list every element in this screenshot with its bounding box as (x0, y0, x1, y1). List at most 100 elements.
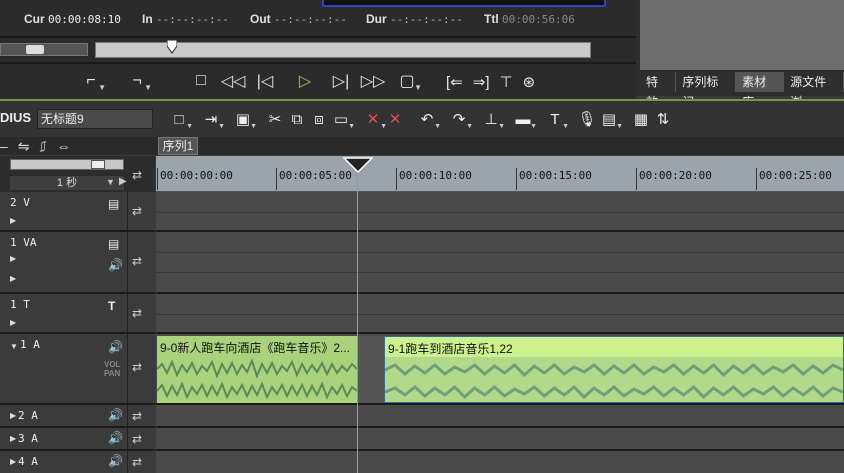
grid-icon[interactable]: ▦ (630, 105, 652, 133)
zoom-dropdown-icon[interactable]: ▼ (106, 177, 115, 187)
track-head-2a[interactable]: ▶ 2 A 🔊 ⇄ (0, 405, 155, 428)
speaker-icon[interactable]: 🔊 (108, 408, 123, 422)
stop-icon[interactable]: □ (186, 66, 216, 96)
sync-icon[interactable]: ⇄ (132, 204, 142, 218)
sync-icon[interactable]: ⇄ (132, 306, 142, 320)
expand-icon[interactable]: ▶ (10, 434, 16, 443)
audio-clip[interactable]: 9-0新人跑车向酒店《跑车音乐》2... (157, 336, 357, 403)
undo-icon[interactable]: ↶ ▼ (416, 105, 441, 133)
link-icon[interactable]: ⇋ (18, 138, 30, 155)
ruler-sync-icon[interactable]: ⇄ (132, 168, 142, 182)
set-in-out-icon[interactable]: ⊥ ▼ (480, 105, 505, 133)
collapse-track-icon[interactable]: ▼ (10, 342, 18, 351)
track-head-3a[interactable]: ▶ 3 A 🔊 ⇄ (0, 428, 155, 451)
step-forward-icon[interactable]: ▷| (326, 66, 356, 96)
divider (156, 212, 844, 213)
divider (127, 192, 128, 230)
expand-icon[interactable]: ▶ (10, 216, 16, 225)
render-icon[interactable]: ▤ ▼ (598, 105, 623, 133)
mark-out-icon[interactable]: ¬ ▼ (122, 66, 152, 96)
tab-sequence-1[interactable]: 序列1 (158, 137, 198, 155)
expand-icon[interactable]: ▶ (10, 318, 16, 327)
divider (156, 314, 844, 315)
collapse-icon[interactable]: – (0, 138, 8, 154)
tab-sequence-markers[interactable]: 序列标记 (676, 72, 737, 109)
track-body-1va[interactable] (156, 232, 844, 294)
track-body-2v[interactable] (156, 192, 844, 232)
play-icon[interactable]: ▷ (290, 66, 320, 96)
playhead-line[interactable] (357, 173, 358, 473)
divider (127, 451, 128, 473)
split-icon[interactable]: ⊤ (500, 73, 513, 91)
scrub-head[interactable] (166, 40, 177, 54)
title-icon[interactable]: T ▼ (544, 105, 569, 133)
expand-icon[interactable]: ▶ (10, 457, 16, 466)
ruler-tick (157, 168, 158, 190)
clip-gap (357, 336, 384, 403)
track-head-1va[interactable]: 1 VA ▤ 🔊 ▶ ▶ ⇄ (0, 232, 155, 294)
transition-icon[interactable]: ▬ ▼ (512, 105, 538, 133)
ripple-delete-icon[interactable]: ✕ (384, 105, 406, 133)
track-head-1t[interactable]: 1 T T ▶ ⇄ (0, 294, 155, 334)
voice-over-icon[interactable]: 🎙 (576, 105, 598, 133)
sync-icon[interactable]: ⇄ (132, 254, 142, 268)
track-body-3a[interactable] (156, 428, 844, 451)
delete-icon[interactable]: ✕ ▼ (362, 105, 387, 133)
group-icon[interactable]: ⎎ (40, 138, 47, 155)
track-body-1t[interactable] (156, 294, 844, 334)
match-frame-icon[interactable]: ⊛ (523, 73, 536, 91)
open-icon[interactable]: ⇥ ▼ (200, 105, 225, 133)
speaker-icon[interactable]: 🔊 (108, 340, 123, 354)
expand-audio-icon[interactable]: ▶ (10, 274, 16, 283)
video-track-icon[interactable]: ▤ (108, 237, 119, 251)
zoom-slider[interactable] (10, 159, 124, 170)
sync-icon[interactable]: ⇄ (132, 360, 142, 374)
prev-edit-icon[interactable]: [⇐ (446, 73, 463, 91)
track-head-4a[interactable]: ▶ 4 A 🔊 ⇄ (0, 451, 155, 473)
rewind-icon[interactable]: ◁◁ (218, 66, 248, 96)
audio-clip-selected[interactable]: 9-1跑车到酒店音乐1,22 (384, 336, 844, 403)
fast-forward-icon[interactable]: ▷▷ (358, 66, 388, 96)
ruler-label: 00:00:25:00 (759, 169, 832, 182)
sync-lock-icon[interactable]: ⇔ (57, 138, 71, 154)
tab-effects[interactable]: 特效 (640, 72, 677, 109)
waveform (157, 381, 357, 400)
next-edit-icon[interactable]: ⇒] (473, 73, 490, 91)
step-back-icon[interactable]: |◁ (250, 66, 280, 96)
speaker-icon[interactable]: 🔊 (108, 258, 123, 272)
timeline-ruler[interactable]: 00:00:00:00 00:00:05:00 00:00:10:00 00:0… (156, 156, 844, 192)
track-head-1a[interactable]: ▼ 1 A 🔊 VOL PAN ⇄ (0, 334, 155, 405)
expand-icon[interactable]: ▶ (10, 411, 16, 420)
mark-in-icon[interactable]: ⌐ ▼ (76, 66, 106, 96)
speaker-icon[interactable]: 🔊 (108, 431, 123, 445)
expand-icon[interactable]: ▶ (10, 254, 16, 263)
zoom-right-arrow-icon[interactable]: ▶ (119, 176, 127, 187)
zoom-slider-knob[interactable] (91, 160, 105, 169)
copy-icon[interactable]: ⧉ (286, 105, 308, 133)
new-icon[interactable]: □ ▼ (168, 105, 193, 133)
track-head-2v[interactable]: 2 V ▤ ▶ ⇄ (0, 192, 155, 232)
tab-source-browser[interactable]: 源文件浏 (784, 72, 844, 109)
save-icon[interactable]: ▣ ▼ (232, 105, 257, 133)
paste-icon[interactable]: ⧈ (308, 105, 330, 133)
audio-mixer-icon[interactable]: ⇅ (652, 105, 674, 133)
track-body-4a[interactable] (156, 451, 844, 473)
sync-icon[interactable]: ⇄ (132, 455, 142, 469)
sync-icon[interactable]: ⇄ (132, 409, 142, 423)
replace-icon[interactable]: ▭ ▼ (330, 105, 355, 133)
playhead-handle[interactable] (343, 157, 373, 173)
jog-slider-knob[interactable] (26, 45, 44, 54)
redo-icon[interactable]: ↷ ▼ (448, 105, 473, 133)
sync-icon[interactable]: ⇄ (132, 432, 142, 446)
speaker-icon[interactable]: 🔊 (108, 454, 123, 468)
tab-bin[interactable]: 素材库 (736, 72, 785, 109)
project-name-field[interactable]: 无标题9 (37, 109, 153, 129)
video-track-icon[interactable]: ▤ (108, 197, 119, 211)
cur-value: 00:00:08:10 (48, 13, 121, 26)
title-track-icon[interactable]: T (108, 299, 115, 313)
track-body-2a[interactable] (156, 405, 844, 428)
ruler-tick (276, 168, 277, 190)
cut-icon[interactable]: ✂ (264, 105, 286, 133)
loop-icon[interactable]: ▢ ▼ (392, 66, 422, 96)
jog-slider[interactable] (0, 43, 88, 56)
